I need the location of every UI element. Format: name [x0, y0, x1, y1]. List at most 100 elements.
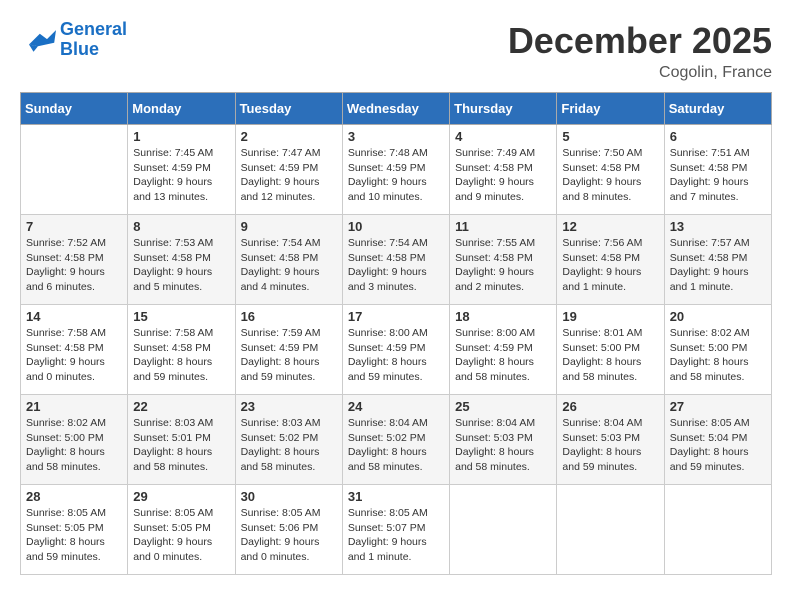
- day-info: Sunrise: 7:55 AMSunset: 4:58 PMDaylight:…: [455, 236, 551, 295]
- day-number: 2: [241, 129, 337, 144]
- day-info: Sunrise: 8:05 AMSunset: 5:04 PMDaylight:…: [670, 416, 766, 475]
- calendar-cell: 25Sunrise: 8:04 AMSunset: 5:03 PMDayligh…: [450, 395, 557, 485]
- day-info: Sunrise: 7:54 AMSunset: 4:58 PMDaylight:…: [348, 236, 444, 295]
- day-number: 11: [455, 219, 551, 234]
- day-info: Sunrise: 7:45 AMSunset: 4:59 PMDaylight:…: [133, 146, 229, 205]
- day-number: 29: [133, 489, 229, 504]
- calendar-cell: [450, 485, 557, 575]
- day-info: Sunrise: 8:04 AMSunset: 5:02 PMDaylight:…: [348, 416, 444, 475]
- weekday-header-thursday: Thursday: [450, 93, 557, 125]
- calendar-cell: 11 Sunrise: 7:55 AMSunset: 4:58 PMDayligh…: [450, 215, 557, 305]
- day-info: Sunrise: 7:56 AMSunset: 4:58 PMDaylight:…: [562, 236, 658, 295]
- day-info: Sunrise: 7:47 AMSunset: 4:59 PMDaylight:…: [241, 146, 337, 205]
- day-number: 8: [133, 219, 229, 234]
- calendar-cell: 18 Sunrise: 8:00 AMSunset: 4:59 PMDayligh…: [450, 305, 557, 395]
- day-number: 15: [133, 309, 229, 324]
- weekday-header-wednesday: Wednesday: [342, 93, 449, 125]
- day-info: Sunrise: 8:05 AMSunset: 5:07 PMDaylight:…: [348, 506, 444, 565]
- day-info: Sunrise: 7:49 AMSunset: 4:58 PMDaylight:…: [455, 146, 551, 205]
- weekday-header-monday: Monday: [128, 93, 235, 125]
- day-number: 6: [670, 129, 766, 144]
- calendar-cell: 15 Sunrise: 7:58 AMSunset: 4:58 PMDayligh…: [128, 305, 235, 395]
- day-number: 24: [348, 399, 444, 414]
- calendar-cell: 21 Sunrise: 8:02 AMSunset: 5:00 PMDayligh…: [21, 395, 128, 485]
- calendar-cell: 28Sunrise: 8:05 AMSunset: 5:05 PMDayligh…: [21, 485, 128, 575]
- calendar-cell: 29Sunrise: 8:05 AMSunset: 5:05 PMDayligh…: [128, 485, 235, 575]
- weekday-header-row: SundayMondayTuesdayWednesdayThursdayFrid…: [21, 93, 772, 125]
- calendar-cell: 17Sunrise: 8:00 AMSunset: 4:59 PMDayligh…: [342, 305, 449, 395]
- day-info: Sunrise: 8:02 AMSunset: 5:00 PMDaylight:…: [670, 326, 766, 385]
- calendar-cell: 23Sunrise: 8:03 AMSunset: 5:02 PMDayligh…: [235, 395, 342, 485]
- day-info: Sunrise: 7:50 AMSunset: 4:58 PMDaylight:…: [562, 146, 658, 205]
- day-number: 23: [241, 399, 337, 414]
- calendar-cell: 19 Sunrise: 8:01 AMSunset: 5:00 PMDayligh…: [557, 305, 664, 395]
- calendar-cell: 27 Sunrise: 8:05 AMSunset: 5:04 PMDayligh…: [664, 395, 771, 485]
- calendar-cell: 9 Sunrise: 7:54 AMSunset: 4:58 PMDaylight…: [235, 215, 342, 305]
- day-info: Sunrise: 7:54 AMSunset: 4:58 PMDaylight:…: [241, 236, 337, 295]
- calendar-cell: 4 Sunrise: 7:49 AMSunset: 4:58 PMDaylight…: [450, 125, 557, 215]
- week-row-1: 1 Sunrise: 7:45 AMSunset: 4:59 PMDaylight…: [21, 125, 772, 215]
- calendar-cell: 13Sunrise: 7:57 AMSunset: 4:58 PMDayligh…: [664, 215, 771, 305]
- logo-icon: [20, 26, 56, 54]
- day-number: 4: [455, 129, 551, 144]
- calendar-cell: 5 Sunrise: 7:50 AMSunset: 4:58 PMDaylight…: [557, 125, 664, 215]
- day-info: Sunrise: 8:01 AMSunset: 5:00 PMDaylight:…: [562, 326, 658, 385]
- calendar-cell: 7 Sunrise: 7:52 AMSunset: 4:58 PMDaylight…: [21, 215, 128, 305]
- day-info: Sunrise: 7:59 AMSunset: 4:59 PMDaylight:…: [241, 326, 337, 385]
- day-number: 31: [348, 489, 444, 504]
- day-info: Sunrise: 8:04 AMSunset: 5:03 PMDaylight:…: [455, 416, 551, 475]
- calendar-cell: 20Sunrise: 8:02 AMSunset: 5:00 PMDayligh…: [664, 305, 771, 395]
- day-number: 30: [241, 489, 337, 504]
- calendar-cell: 3 Sunrise: 7:48 AMSunset: 4:59 PMDaylight…: [342, 125, 449, 215]
- calendar-cell: 1 Sunrise: 7:45 AMSunset: 4:59 PMDaylight…: [128, 125, 235, 215]
- day-number: 19: [562, 309, 658, 324]
- calendar-cell: 12 Sunrise: 7:56 AMSunset: 4:58 PMDayligh…: [557, 215, 664, 305]
- calendar-cell: [664, 485, 771, 575]
- logo: General Blue: [20, 20, 127, 60]
- weekday-header-saturday: Saturday: [664, 93, 771, 125]
- day-info: Sunrise: 8:04 AMSunset: 5:03 PMDaylight:…: [562, 416, 658, 475]
- calendar-cell: 6 Sunrise: 7:51 AMSunset: 4:58 PMDaylight…: [664, 125, 771, 215]
- day-number: 7: [26, 219, 122, 234]
- calendar-cell: 14Sunrise: 7:58 AMSunset: 4:58 PMDayligh…: [21, 305, 128, 395]
- calendar-cell: [21, 125, 128, 215]
- day-number: 9: [241, 219, 337, 234]
- calendar-cell: 16Sunrise: 7:59 AMSunset: 4:59 PMDayligh…: [235, 305, 342, 395]
- calendar-cell: 2 Sunrise: 7:47 AMSunset: 4:59 PMDaylight…: [235, 125, 342, 215]
- day-info: Sunrise: 7:48 AMSunset: 4:59 PMDaylight:…: [348, 146, 444, 205]
- header-area: General Blue December 2025 Cogolin, Fran…: [20, 20, 772, 82]
- day-info: Sunrise: 7:57 AMSunset: 4:58 PMDaylight:…: [670, 236, 766, 295]
- day-info: Sunrise: 8:03 AMSunset: 5:01 PMDaylight:…: [133, 416, 229, 475]
- logo-text: General Blue: [60, 20, 127, 60]
- weekday-header-friday: Friday: [557, 93, 664, 125]
- weekday-header-sunday: Sunday: [21, 93, 128, 125]
- day-number: 3: [348, 129, 444, 144]
- day-number: 22: [133, 399, 229, 414]
- day-number: 21: [26, 399, 122, 414]
- day-number: 5: [562, 129, 658, 144]
- day-number: 26: [562, 399, 658, 414]
- day-info: Sunrise: 8:02 AMSunset: 5:00 PMDaylight:…: [26, 416, 122, 475]
- day-number: 1: [133, 129, 229, 144]
- location: Cogolin, France: [508, 64, 772, 82]
- day-number: 27: [670, 399, 766, 414]
- calendar-cell: 24 Sunrise: 8:04 AMSunset: 5:02 PMDayligh…: [342, 395, 449, 485]
- calendar-cell: [557, 485, 664, 575]
- calendar-cell: 22 Sunrise: 8:03 AMSunset: 5:01 PMDayligh…: [128, 395, 235, 485]
- day-info: Sunrise: 8:00 AMSunset: 4:59 PMDaylight:…: [455, 326, 551, 385]
- month-title: December 2025: [508, 20, 772, 62]
- day-number: 18: [455, 309, 551, 324]
- day-info: Sunrise: 7:53 AMSunset: 4:58 PMDaylight:…: [133, 236, 229, 295]
- calendar-table: SundayMondayTuesdayWednesdayThursdayFrid…: [20, 92, 772, 575]
- calendar-cell: 31 Sunrise: 8:05 AMSunset: 5:07 PMDayligh…: [342, 485, 449, 575]
- calendar-cell: 26 Sunrise: 8:04 AMSunset: 5:03 PMDayligh…: [557, 395, 664, 485]
- day-info: Sunrise: 7:51 AMSunset: 4:58 PMDaylight:…: [670, 146, 766, 205]
- day-info: Sunrise: 8:00 AMSunset: 4:59 PMDaylight:…: [348, 326, 444, 385]
- day-number: 10: [348, 219, 444, 234]
- day-number: 12: [562, 219, 658, 234]
- calendar-cell: 8 Sunrise: 7:53 AMSunset: 4:58 PMDaylight…: [128, 215, 235, 305]
- day-info: Sunrise: 7:52 AMSunset: 4:58 PMDaylight:…: [26, 236, 122, 295]
- day-info: Sunrise: 8:05 AMSunset: 5:06 PMDaylight:…: [241, 506, 337, 565]
- day-info: Sunrise: 7:58 AMSunset: 4:58 PMDaylight:…: [133, 326, 229, 385]
- day-number: 14: [26, 309, 122, 324]
